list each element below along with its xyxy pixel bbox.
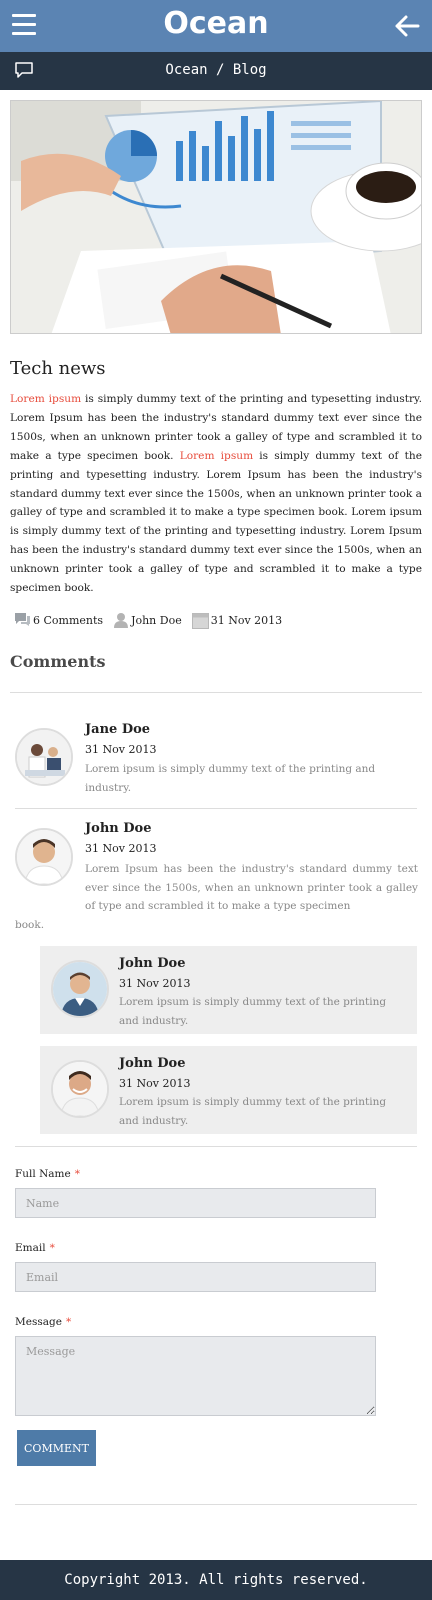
comment-count-label: 6 Comments: [33, 613, 104, 627]
footer: Copyright 2013. All rights reserved.: [0, 1560, 432, 1600]
email-label: Email *: [15, 1242, 55, 1254]
post-hero-image: [10, 100, 422, 334]
message-label: Message *: [15, 1316, 72, 1328]
post-title: Tech news: [10, 358, 106, 379]
logo[interactable]: Ocean: [0, 6, 432, 41]
divider: [15, 1504, 417, 1505]
comment-count[interactable]: 6 Comments: [14, 612, 103, 628]
divider: [15, 1146, 417, 1147]
reply-date: 31 Nov 2013: [119, 977, 191, 990]
comment-text: Lorem Ipsum has been the industry's stan…: [85, 863, 418, 912]
comment-item: Jane Doe 31 Nov 2013 Lorem ipsum is simp…: [0, 700, 432, 810]
divider: [10, 692, 422, 693]
comment-submit-button[interactable]: COMMENT: [17, 1430, 96, 1466]
top-header: Ocean: [0, 0, 432, 52]
arrow-left-icon[interactable]: [394, 14, 420, 38]
reply-author[interactable]: John Doe: [119, 1056, 185, 1071]
full-name-label: Full Name *: [15, 1168, 80, 1180]
comment-author[interactable]: John Doe: [85, 821, 151, 836]
comments-heading: Comments: [10, 652, 106, 671]
comment-text-overflow: book.: [15, 919, 45, 931]
comment-date: 31 Nov 2013: [85, 842, 157, 855]
post-body: Lorem ipsum is simply dummy text of the …: [10, 390, 422, 598]
post-date: 31 Nov 2013: [191, 612, 283, 629]
user-icon: [114, 613, 129, 628]
post-body-text: is simply dummy text of the printing and…: [10, 449, 422, 595]
comments-icon: [15, 613, 30, 626]
avatar: [51, 960, 109, 1018]
reply-text: Lorem ipsum is simply dummy text of the …: [119, 996, 387, 1027]
highlight-text[interactable]: Lorem ipsum: [180, 450, 253, 462]
reply-text: Lorem ipsum is simply dummy text of the …: [119, 1096, 387, 1127]
message-field[interactable]: [15, 1336, 376, 1416]
reply-item: John Doe 31 Nov 2013 Lorem ipsum is simp…: [40, 946, 417, 1034]
breadcrumb: Ocean / Blog: [165, 62, 267, 78]
required-mark: *: [65, 1316, 72, 1328]
post-date-label: 31 Nov 2013: [210, 613, 283, 627]
reply-date: 31 Nov 2013: [119, 1077, 191, 1090]
avatar: [51, 1060, 109, 1118]
breadcrumb-bar: Ocean / Blog: [0, 52, 432, 90]
required-mark: *: [74, 1168, 80, 1180]
avatar: [15, 728, 73, 786]
post-author-label: John Doe: [131, 613, 182, 627]
post-author[interactable]: John Doe: [113, 612, 182, 628]
avatar: [15, 828, 73, 886]
copyright-text: Copyright 2013. All rights reserved.: [64, 1572, 368, 1588]
comment-text: Lorem ipsum is simply dummy text of the …: [85, 763, 376, 794]
post-meta: 6 Comments John Doe 31 Nov 2013: [14, 610, 292, 630]
email-field[interactable]: [15, 1262, 376, 1292]
full-name-field[interactable]: [15, 1188, 376, 1218]
comment-date: 31 Nov 2013: [85, 743, 157, 756]
comment-item: John Doe 31 Nov 2013 Lorem Ipsum has bee…: [0, 808, 432, 938]
comment-author[interactable]: Jane Doe: [85, 722, 150, 737]
required-mark: *: [49, 1242, 55, 1254]
highlight-text[interactable]: Lorem ipsum: [10, 393, 81, 405]
reply-item: John Doe 31 Nov 2013 Lorem ipsum is simp…: [40, 1046, 417, 1134]
reply-author[interactable]: John Doe: [119, 956, 185, 971]
calendar-icon: [191, 612, 209, 629]
